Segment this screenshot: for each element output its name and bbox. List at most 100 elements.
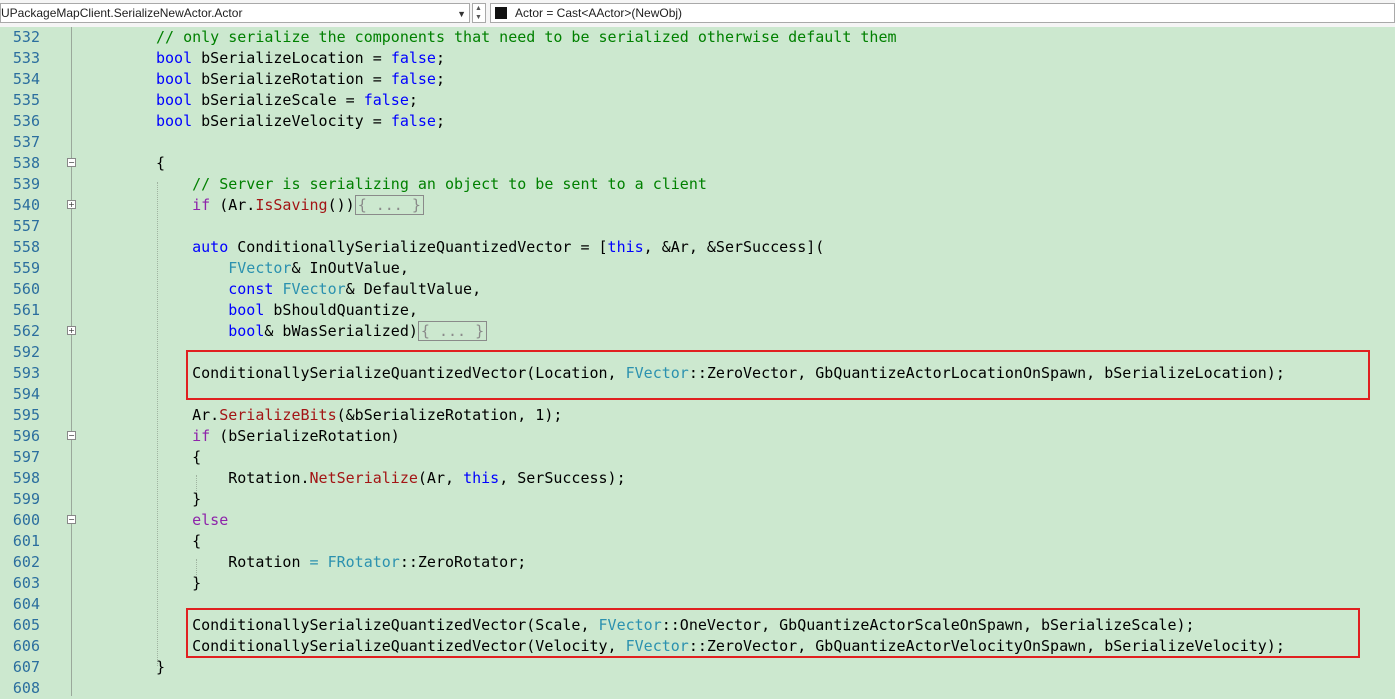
line-number: 598 (12, 469, 40, 487)
line-number: 597 (12, 448, 40, 466)
code-line[interactable]: 557 (0, 216, 1395, 237)
code-line[interactable]: 537 (0, 132, 1395, 153)
collapse-icon[interactable]: − (67, 515, 76, 524)
line-number: 560 (12, 280, 40, 298)
chevron-down-icon[interactable]: ▼ (457, 9, 466, 19)
code-line[interactable]: 601 { (0, 531, 1395, 552)
code-token: FVector (228, 259, 292, 277)
line-number: 601 (12, 532, 40, 550)
code-line[interactable]: 558 auto ConditionallySerializeQuantized… (0, 237, 1395, 258)
code-token: , SerSuccess); (499, 469, 626, 487)
code-line[interactable]: 559 FVector& InOutValue, (0, 258, 1395, 279)
code-token: ConditionallySerializeQuantizedVector = … (228, 238, 608, 256)
chevron-up-icon[interactable]: ▲ (475, 5, 482, 13)
code-token: false (390, 112, 436, 130)
code-line[interactable]: 560 const FVector& DefaultValue, (0, 279, 1395, 300)
code-token: if (192, 427, 211, 445)
code-text: Rotation.NetSerialize(Ar, this, SerSucce… (156, 468, 626, 489)
code-text: bool bShouldQuantize, (156, 300, 418, 321)
line-number: 600 (12, 511, 40, 529)
line-number: 603 (12, 574, 40, 592)
code-text: { (156, 531, 201, 552)
code-line[interactable]: 597 { (0, 447, 1395, 468)
code-text: bool bSerializeLocation = false; (156, 48, 445, 69)
expand-icon[interactable]: + (67, 326, 76, 335)
code-token: = (309, 553, 319, 571)
collapsed-region[interactable]: { ... } (417, 321, 488, 341)
code-token: ()) (327, 196, 355, 214)
scope-dropdown[interactable]: UPackageMapClient.SerializeNewActor.Acto… (0, 3, 470, 23)
code-token: (Ar. (210, 196, 256, 214)
scope-spinner[interactable]: ▲ ▼ (472, 3, 486, 23)
code-line[interactable]: 598 Rotation.NetSerialize(Ar, this, SerS… (0, 468, 1395, 489)
code-line[interactable]: 561 bool bShouldQuantize, (0, 300, 1395, 321)
collapsed-region[interactable]: { ... } (354, 195, 424, 215)
code-text: Rotation = FRotator::ZeroRotator; (156, 552, 526, 573)
collapse-icon[interactable]: − (67, 158, 76, 167)
line-number: 602 (12, 553, 40, 571)
code-token: & bWasSerialized) (264, 322, 418, 340)
code-token: bShouldQuantize, (264, 301, 418, 319)
code-text: if (bSerializeRotation) (156, 426, 400, 447)
line-number: 534 (12, 70, 40, 88)
code-line[interactable]: 535 bool bSerializeScale = false; (0, 90, 1395, 111)
code-line[interactable]: 595 Ar.SerializeBits(&bSerializeRotation… (0, 405, 1395, 426)
code-token: } (156, 574, 202, 592)
code-line[interactable]: 534 bool bSerializeRotation = false; (0, 69, 1395, 90)
collapse-icon[interactable]: − (67, 431, 76, 440)
code-line[interactable]: 602 Rotation = FRotator::ZeroRotator; (0, 552, 1395, 573)
code-text: // Server is serializing an object to be… (156, 174, 707, 195)
line-number: 596 (12, 427, 40, 445)
code-token: NetSerialize (309, 469, 418, 487)
chevron-down-icon[interactable]: ▼ (475, 14, 482, 22)
code-token: { (156, 154, 166, 172)
line-number: 604 (12, 595, 40, 613)
code-token: } (156, 658, 166, 676)
line-number: 559 (12, 259, 40, 277)
code-line[interactable]: 562 + bool& bWasSerialized){ ... } (0, 321, 1395, 342)
code-line[interactable]: 540 + if (Ar.IsSaving()){ ... } (0, 195, 1395, 216)
member-label: Actor = Cast<AActor>(NewObj) (515, 6, 683, 20)
code-text: { (156, 153, 165, 174)
code-token: SerializeBits (219, 406, 337, 424)
code-token: Rotation. (156, 469, 310, 487)
code-token: auto (192, 238, 229, 256)
member-dropdown[interactable]: Actor = Cast<AActor>(NewObj) (490, 3, 1395, 23)
code-line[interactable]: 533 bool bSerializeLocation = false; (0, 48, 1395, 69)
code-text: const FVector& DefaultValue, (156, 279, 481, 300)
code-token: if (192, 196, 211, 214)
code-token: this (607, 238, 644, 256)
expand-icon[interactable]: + (67, 200, 76, 209)
code-text: bool& bWasSerialized){ ... } (156, 321, 488, 342)
code-token: false (363, 91, 409, 109)
code-token: else (192, 511, 229, 529)
line-number: 532 (12, 28, 40, 46)
code-token: ; (435, 70, 445, 88)
highlight-box (186, 608, 1360, 658)
code-token: ; (435, 49, 445, 67)
code-line[interactable]: 538 − { (0, 153, 1395, 174)
code-line[interactable]: 603 } (0, 573, 1395, 594)
code-line[interactable]: 600 − else (0, 510, 1395, 531)
code-line[interactable]: 599 } (0, 489, 1395, 510)
code-editor[interactable]: 532 // only serialize the components that… (0, 27, 1395, 697)
code-token: ::ZeroRotator; (399, 553, 527, 571)
code-token: (Ar, (417, 469, 464, 487)
code-line[interactable]: 532 // only serialize the components that… (0, 27, 1395, 48)
code-line[interactable]: 539 // Server is serializing an object t… (0, 174, 1395, 195)
line-number: 595 (12, 406, 40, 424)
code-text: } (156, 489, 201, 510)
code-token: false (390, 49, 436, 67)
code-text: FVector& InOutValue, (156, 258, 409, 279)
code-line[interactable]: 607} (0, 657, 1395, 678)
line-number: 539 (12, 175, 40, 193)
code-line[interactable]: 596 − if (bSerializeRotation) (0, 426, 1395, 447)
code-token: bool (156, 49, 193, 67)
code-token: bSerializeScale = (192, 91, 364, 109)
code-token: bool (156, 112, 193, 130)
code-line[interactable]: 536 bool bSerializeVelocity = false; (0, 111, 1395, 132)
